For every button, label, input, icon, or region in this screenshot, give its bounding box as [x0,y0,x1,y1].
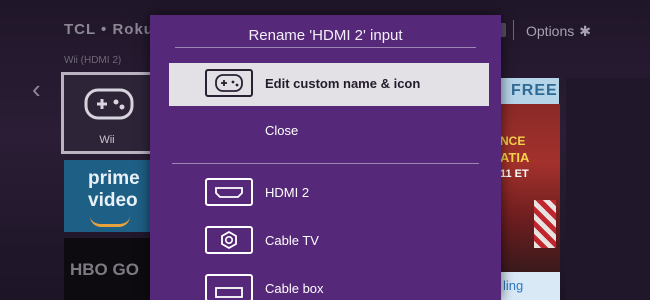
coax-icon [205,226,253,254]
rename-input-dialog: Rename 'HDMI 2' input Edit custom name &… [150,15,501,300]
prime-text-line2: video [88,190,138,211]
chevron-left-icon[interactable]: ‹ [32,76,41,102]
sling-tile[interactable]: ling [500,272,560,300]
option-cable-box[interactable]: Cable box [169,268,489,300]
close-label: Close [265,123,299,138]
wii-input-tile[interactable]: Wii [61,72,153,154]
prime-text-line1: prime [88,168,140,189]
options-divider [172,163,479,164]
checkered-flag-graphic [534,200,556,248]
sling-text: ling [503,278,524,293]
close-button[interactable]: Close [169,110,489,153]
options-star-icon: ✱ [579,23,591,39]
options-label: Options [526,23,575,39]
options-hint: Options ✱ [526,23,591,40]
cable-tv-label: Cable TV [265,233,319,248]
option-cable-tv[interactable]: Cable TV [169,220,489,263]
edit-custom-name-button[interactable]: Edit custom name & icon [169,63,489,106]
amazon-smile-icon [90,216,130,227]
option-hdmi-2[interactable]: HDMI 2 [169,172,489,215]
gamepad-icon [205,69,253,97]
partial-tile-right [566,78,650,300]
gamepad-icon [84,88,134,120]
current-input-label: Wii (HDMI 2) [64,55,122,66]
free-text: FREE [511,82,558,99]
dialog-title: Rename 'HDMI 2' input [248,27,403,44]
cable-box-icon [205,274,253,300]
hbo-go-text: HBO GO [70,260,139,279]
edit-custom-name-label: Edit custom name & icon [265,76,421,91]
wii-tile-label: Wii [99,134,115,146]
hbo-go-tile[interactable]: HBO GO [64,238,154,300]
promo-text-line2: ATIA [500,150,530,165]
hdmi-icon [205,178,253,206]
title-divider [175,47,476,48]
prime-video-tile[interactable]: prime video [64,160,154,232]
free-banner-tile[interactable]: FREE [497,78,559,104]
promo-text-line1: NCE [500,134,526,148]
header-divider [513,20,514,40]
brand-logo: TCL • Roku [64,21,154,38]
sports-promo-tile[interactable]: NCE ATIA 11 ET [500,104,560,272]
hdmi-2-label: HDMI 2 [265,185,310,200]
cable-box-label: Cable box [265,281,324,296]
promo-text-line3: 11 ET [500,168,529,180]
